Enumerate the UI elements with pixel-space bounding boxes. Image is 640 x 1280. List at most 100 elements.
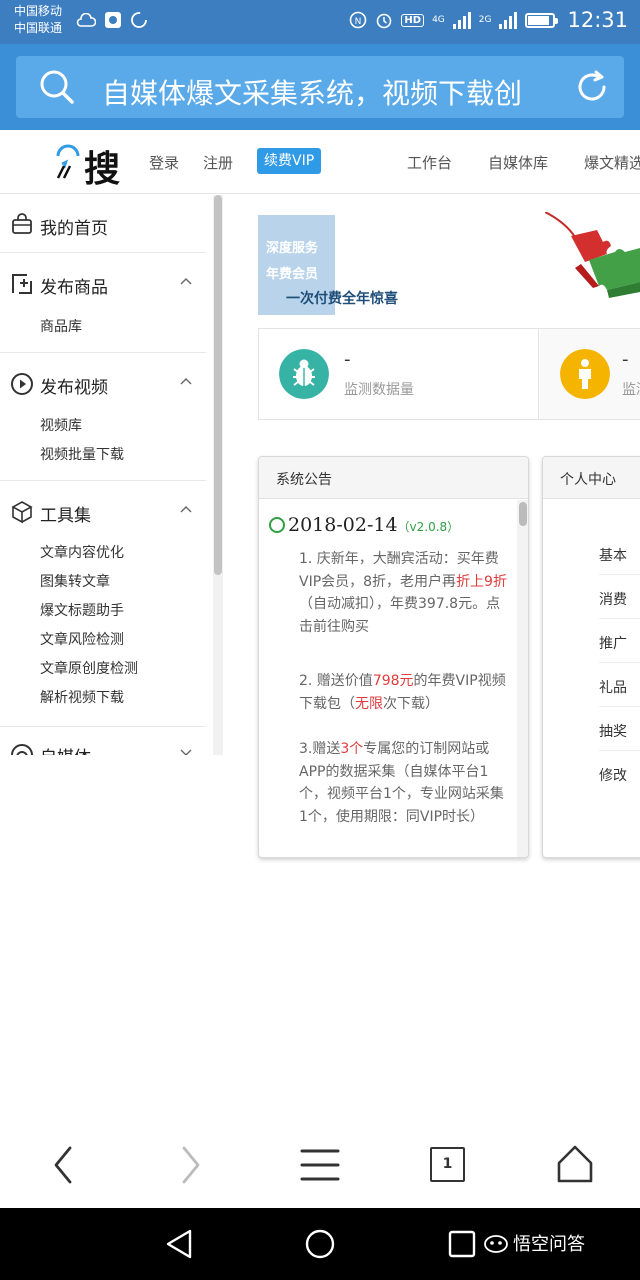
notice-text: （自动减扣），年费397.8元。点击前往购买 bbox=[299, 596, 501, 635]
stat-monitor-data[interactable]: - 监测数据量 bbox=[259, 329, 539, 419]
personal-row-promote[interactable]: 推广 bbox=[599, 619, 640, 663]
back-icon[interactable] bbox=[50, 1144, 76, 1186]
cloud-icon bbox=[76, 13, 96, 27]
svg-text:N: N bbox=[355, 17, 362, 27]
nav-home-icon[interactable] bbox=[304, 1228, 336, 1260]
carrier-info: 中国移动 中国联通 bbox=[14, 3, 62, 37]
sidebar-item-risk-check[interactable]: 文章风险检测 bbox=[40, 629, 124, 649]
notice-date: 2018-02-14（v2.0.8） bbox=[269, 514, 459, 536]
notice-scrollbar-thumb[interactable] bbox=[519, 502, 527, 526]
shopping-bag-icon bbox=[12, 213, 32, 234]
login-link[interactable]: 登录 bbox=[149, 152, 179, 173]
browser-toolbar: 1 bbox=[0, 1122, 640, 1208]
network-1-label: 4G bbox=[432, 15, 445, 25]
register-link[interactable]: 注册 bbox=[203, 152, 233, 173]
personal-center-title: 个人中心 bbox=[543, 457, 640, 499]
notice-panel-title: 系统公告 bbox=[259, 457, 528, 499]
sidebar-products-title[interactable]: 发布商品 bbox=[40, 273, 108, 298]
renew-vip-button[interactable]: 续费VIP bbox=[257, 148, 322, 174]
logo-mark-icon bbox=[56, 144, 80, 179]
personal-row-gift[interactable]: 礼品 bbox=[599, 663, 640, 707]
home-icon[interactable] bbox=[556, 1144, 594, 1184]
notice-text: 2. 赠送价值 bbox=[299, 673, 373, 689]
site-logo[interactable]: 搜 bbox=[54, 140, 126, 190]
nav-media-library[interactable]: 自媒体库 bbox=[488, 152, 548, 173]
sidebar-tools-title[interactable]: 工具集 bbox=[40, 501, 91, 526]
search-icon[interactable] bbox=[38, 68, 76, 106]
sidebar-item-gallery-to-article[interactable]: 图集转文章 bbox=[40, 571, 110, 591]
chevron-up-icon[interactable] bbox=[180, 277, 192, 285]
sidebar-item-title-helper[interactable]: 爆文标题助手 bbox=[40, 600, 124, 620]
refresh-icon[interactable] bbox=[574, 69, 610, 105]
status-bar: 中国移动 中国联通 N HD 4G 2G 12:31 bbox=[0, 0, 640, 44]
sidebar-videos-title[interactable]: 发布视频 bbox=[40, 373, 108, 398]
watermark: 悟空问答 bbox=[484, 1230, 585, 1256]
browser-search-bar: 自媒体爆文采集系统，视频下载创 bbox=[0, 44, 640, 130]
personal-center-panel: 个人中心 基本 消费 推广 礼品 抽奖 修改 bbox=[542, 456, 640, 858]
sidebar-group-media: 自媒体 bbox=[0, 727, 206, 755]
notice-content[interactable]: 2018-02-14（v2.0.8） 1. 庆新年，大酬宾活动：买年费VIP会员… bbox=[259, 500, 515, 857]
nav-workbench[interactable]: 工作台 bbox=[407, 152, 452, 173]
sidebar-scrollbar-thumb[interactable] bbox=[214, 195, 222, 575]
signal-2-icon bbox=[499, 11, 518, 29]
sidebar-item-product-library[interactable]: 商品库 bbox=[40, 316, 82, 336]
chevron-up-icon[interactable] bbox=[180, 377, 192, 385]
nfc-icon: N bbox=[350, 11, 367, 29]
notice-item-1: 1. 庆新年，大酬宾活动：买年费VIP会员，8折，老用户再折上9折（自动减扣），… bbox=[299, 548, 511, 638]
bug-icon bbox=[279, 349, 329, 399]
highlight-text: 折上9折 bbox=[456, 573, 507, 590]
app-notification-icon bbox=[105, 12, 121, 28]
sidebar-group-videos: 发布视频 视频库 视频批量下载 bbox=[0, 353, 206, 481]
network-2-label: 2G bbox=[478, 15, 492, 25]
tabs-button[interactable]: 1 bbox=[430, 1147, 465, 1182]
search-text[interactable]: 自媒体爆文采集系统，视频下载创 bbox=[102, 72, 542, 112]
sidebar-item-content-optimize[interactable]: 文章内容优化 bbox=[40, 542, 124, 562]
sidebar-item-batch-download[interactable]: 视频批量下载 bbox=[40, 444, 124, 464]
nav-back-icon[interactable] bbox=[164, 1228, 194, 1260]
logo-text: 搜 bbox=[84, 148, 121, 190]
notice-scrollbar[interactable] bbox=[517, 500, 528, 857]
sidebar-item-originality-check[interactable]: 文章原创度检测 bbox=[40, 658, 138, 678]
stat-monitor-value: - bbox=[344, 349, 351, 370]
sidebar-item-video-parse[interactable]: 解析视频下载 bbox=[40, 687, 124, 707]
person-icon bbox=[560, 349, 610, 399]
stat-second-label: 监测 bbox=[622, 382, 640, 398]
chevron-down-icon[interactable] bbox=[180, 749, 192, 755]
banner-line-1: 深度服务 bbox=[266, 241, 319, 256]
stat-monitor-label: 监测数据量 bbox=[344, 382, 414, 398]
media-icon bbox=[11, 744, 33, 755]
menu-icon[interactable] bbox=[300, 1148, 340, 1182]
banner-line-2: 年费会员 bbox=[266, 267, 319, 282]
sidebar-group-tools: 工具集 文章内容优化 图集转文章 爆文标题助手 文章风险检测 文章原创度检测 解… bbox=[0, 481, 206, 727]
stat-second[interactable]: - 监测 bbox=[540, 329, 640, 419]
personal-row-lottery[interactable]: 抽奖 bbox=[599, 707, 640, 751]
search-field[interactable]: 自媒体爆文采集系统，视频下载创 bbox=[16, 56, 624, 118]
system-icons: N HD 4G 2G 12:31 bbox=[349, 8, 628, 32]
sidebar-item-home[interactable]: 我的首页 bbox=[0, 195, 206, 253]
notice-item-2: 2. 赠送价值798元的年费VIP视频下载包（无限次下载） bbox=[299, 670, 511, 715]
personal-row-basic[interactable]: 基本 bbox=[599, 531, 640, 575]
alarm-icon bbox=[377, 13, 392, 29]
watermark-text: 悟空问答 bbox=[513, 1234, 585, 1255]
sidebar-group-products: 发布商品 商品库 bbox=[0, 253, 206, 353]
battery-fill bbox=[528, 15, 549, 25]
chevron-up-icon[interactable] bbox=[180, 505, 192, 513]
sidebar-media-title[interactable]: 自媒体 bbox=[40, 743, 91, 755]
stat-second-value: - bbox=[622, 349, 629, 370]
forward-icon[interactable] bbox=[178, 1144, 204, 1186]
nav-hot-articles[interactable]: 爆文精选 bbox=[584, 152, 640, 173]
sidebar-scrollbar[interactable] bbox=[213, 195, 223, 755]
personal-row-modify[interactable]: 修改 bbox=[599, 751, 640, 795]
notification-icons bbox=[76, 11, 148, 29]
tab-count: 1 bbox=[442, 1156, 453, 1172]
nav-recents-icon[interactable] bbox=[448, 1230, 476, 1258]
notice-item-3: 3.赠送3个专属您的订制网站或APP的数据采集（自媒体平台1个，视频平台1个，专… bbox=[299, 738, 511, 828]
notice-date-text: 2018-02-14 bbox=[288, 514, 398, 536]
wukong-logo-icon bbox=[484, 1235, 508, 1253]
carrier-2: 中国联通 bbox=[14, 21, 63, 35]
puzzle-graphic-icon bbox=[545, 212, 640, 298]
personal-row-consume[interactable]: 消费 bbox=[599, 575, 640, 619]
battery-icon bbox=[525, 12, 559, 28]
sidebar-item-video-library[interactable]: 视频库 bbox=[40, 415, 82, 435]
banner-slogan: 一次付费全年惊喜 bbox=[286, 291, 398, 307]
